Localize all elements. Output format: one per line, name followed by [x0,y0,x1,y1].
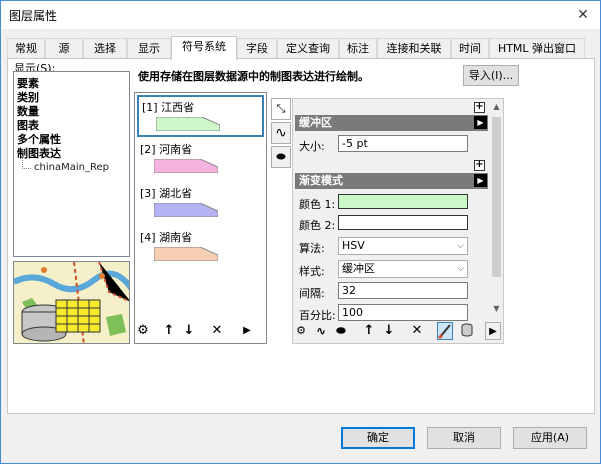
rule-swatch [156,117,220,131]
brush-icon[interactable] [437,322,453,340]
add-fill-icon[interactable]: ⬬ [333,322,349,340]
ok-button[interactable]: 确定 [341,427,415,449]
tab-selection[interactable]: 选择 [83,38,127,59]
database-glyph [461,323,473,337]
rule-item-henan[interactable]: [2] 河南省 [137,139,264,181]
tab-fields[interactable]: 字段 [237,38,277,59]
tab-definition-query[interactable]: 定义查询 [277,38,339,59]
rule-swatch [154,247,218,261]
algorithm-label: 算法: [299,242,325,255]
rule-swatch [154,159,218,173]
algorithm-select[interactable]: HSV ⌵ [338,237,468,255]
description-text: 使用存储在图层数据源中的制图表达进行绘制。 [138,70,369,83]
add-stroke-icon[interactable]: ∿ [313,322,329,340]
rules-toolbar: ⚙ ↑ ↓ ✕ ▶ [135,322,265,342]
fill-layer-icon[interactable]: ⬬ [271,146,291,168]
representation-rule-item[interactable]: chinaMain_Rep [22,156,109,173]
representation-rules-list[interactable]: [1] 江西省 [2] 河南省 [3] 湖北省 [4] 湖南省 [134,92,267,344]
scroll-down-icon[interactable]: ▼ [491,303,502,315]
chevron-down-icon: ⌵ [457,241,464,251]
tab-display[interactable]: 显示 [127,38,171,59]
layer-properties-window: 图层属性 ✕ 常规 源 选择 显示 符号系统 字段 定义查询 标注 连接和关联 … [0,0,601,464]
tab-general[interactable]: 常规 [7,38,45,59]
move-down-icon[interactable]: ↓ [381,322,397,340]
rule-item-jiangxi[interactable]: [1] 江西省 [137,95,264,137]
rule-label: [3] 湖北省 [140,187,193,200]
interval-label: 间隔: [299,287,325,300]
gradient-section-title: 渐变模式 [299,174,343,187]
color1-label: 颜色 1: [299,198,336,211]
brush-glyph [437,324,451,340]
tab-time[interactable]: 时间 [451,38,489,59]
delete-icon[interactable]: ✕ [409,322,425,340]
import-button[interactable]: 导入(I)... [463,65,519,86]
properties-scrollbar[interactable]: ▲ ▼ [490,101,503,343]
size-input[interactable]: -5 pt [338,135,468,152]
interval-input[interactable]: 32 [338,282,468,299]
layer-type-toolbar: ⤡ ∿ ⬬ [271,98,293,170]
scroll-up-icon[interactable]: ▲ [491,101,502,113]
rule-item-hunan[interactable]: [4] 湖南省 [137,227,264,269]
database-icon[interactable] [459,322,475,340]
play-icon[interactable]: ▶ [485,322,501,340]
window-title: 图层属性 [9,9,58,23]
stroke-layer-icon[interactable]: ∿ [271,122,291,144]
tab-symbology[interactable]: 符号系统 [171,36,237,60]
buffer-section-header[interactable]: 缓冲区 ▶ [295,115,488,131]
tab-labels[interactable]: 标注 [339,38,377,59]
rule-swatch [154,203,218,217]
section-menu-icon[interactable]: ▶ [474,174,487,187]
symbology-preview-image [13,261,130,344]
map-preview-illustration [14,262,129,343]
expand-plus-icon[interactable]: + [474,102,485,113]
tab-html-popup[interactable]: HTML 弹出窗口 [489,38,585,59]
gradient-section-header[interactable]: 渐变模式 ▶ [295,173,488,189]
cancel-button[interactable]: 取消 [427,427,501,449]
percent-label: 百分比: [299,309,336,322]
color1-swatch[interactable] [338,194,468,209]
move-up-icon[interactable]: ↑ [361,322,377,340]
move-up-icon[interactable]: ↑ [161,322,177,340]
color2-swatch[interactable] [338,215,468,230]
style-value: 缓冲区 [342,262,375,275]
apply-button[interactable]: 应用(A) [513,427,587,449]
title-bar: 图层属性 ✕ [1,1,600,29]
rule-label: [1] 江西省 [142,101,195,114]
representation-properties-panel: + 缓冲区 ▶ 大小: -5 pt + 渐变模式 ▶ 颜色 1: 颜色 2: 算… [292,98,504,344]
close-icon[interactable]: ✕ [572,4,594,26]
section-menu-icon[interactable]: ▶ [474,116,487,129]
layer-toolbar: ⚙ ∿ ⬬ ↑ ↓ ✕ ▶ [293,322,505,342]
color2-label: 颜色 2: [299,219,336,232]
expand-plus-icon[interactable]: + [474,160,485,171]
marker-layer-icon[interactable]: ⤡ [271,98,291,120]
algorithm-value: HSV [342,239,365,252]
rule-label: [4] 湖南省 [140,231,193,244]
play-icon[interactable]: ▶ [239,322,255,340]
gear-icon[interactable]: ⚙ [135,322,151,340]
delete-icon[interactable]: ✕ [209,322,225,340]
scrollbar-thumb[interactable] [492,117,501,277]
symbology-category-list[interactable]: 要素 类别 数量 图表 多个属性 制图表达 chinaMain_Rep [13,71,130,257]
size-label: 大小: [299,140,325,153]
tab-strip: 常规 源 选择 显示 符号系统 字段 定义查询 标注 连接和关联 时间 HTML… [7,36,595,60]
add-marker-icon[interactable]: ⚙ [293,322,309,340]
chevron-down-icon: ⌵ [457,264,464,274]
percent-input[interactable]: 100 [338,304,468,321]
move-down-icon[interactable]: ↓ [181,322,197,340]
rule-label: [2] 河南省 [140,143,193,156]
tab-source[interactable]: 源 [45,38,83,59]
buffer-section-title: 缓冲区 [299,116,332,129]
tab-joins-relates[interactable]: 连接和关联 [377,38,451,59]
rule-item-hubei[interactable]: [3] 湖北省 [137,183,264,225]
style-label: 样式: [299,265,325,278]
style-select[interactable]: 缓冲区 ⌵ [338,260,468,278]
